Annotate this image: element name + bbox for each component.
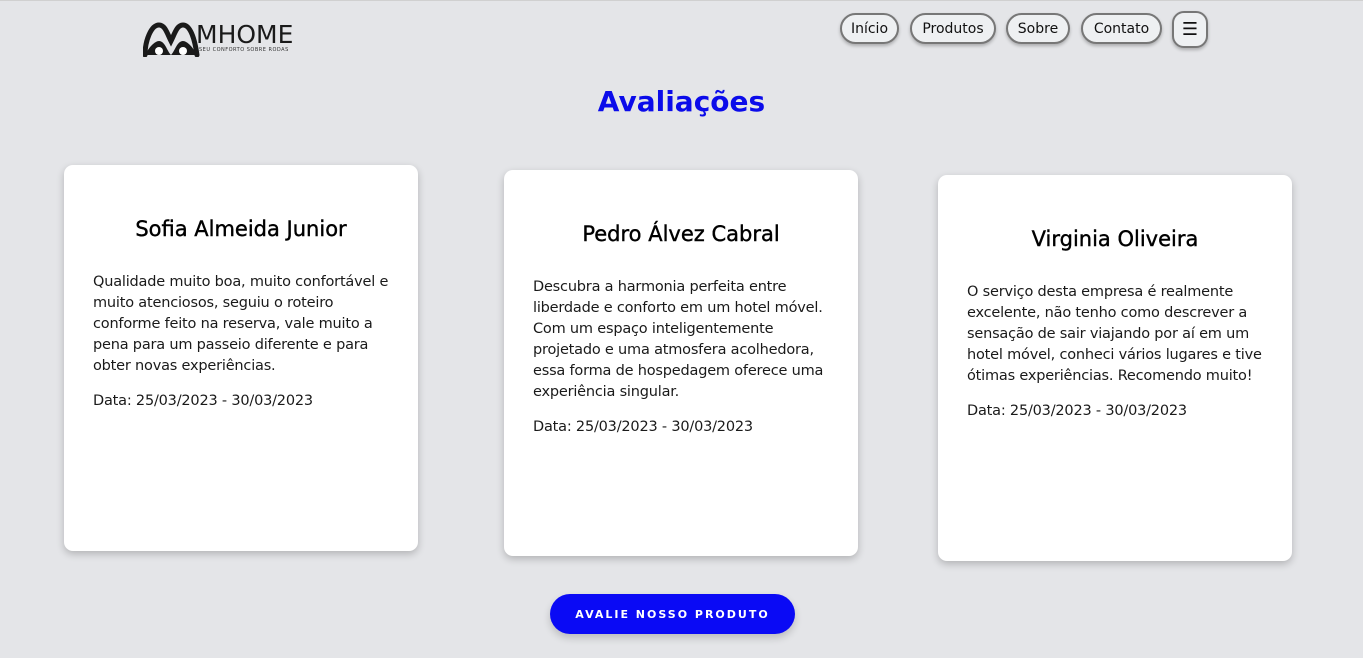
brand-logo[interactable]: MHOME SEU CONFORTO SOBRE RODAS	[143, 21, 313, 61]
review-author: Virginia Oliveira	[1031, 227, 1199, 251]
logo-wordmark: MHOME	[196, 20, 294, 49]
review-text: Descubra a harmonia perfeita entre liber…	[533, 279, 824, 400]
review-author: Sofia Almeida Junior	[135, 217, 347, 241]
review-card: Pedro Álvez Cabral Descubra a harmonia p…	[504, 170, 858, 556]
review-date: Data: 25/03/2023 - 30/03/2023	[967, 403, 1187, 419]
review-date: Data: 25/03/2023 - 30/03/2023	[93, 393, 313, 409]
review-card: Sofia Almeida Junior Qualidade muito boa…	[64, 165, 418, 551]
review-text: O serviço desta empresa é realmente exce…	[967, 284, 1262, 384]
hamburger-menu-icon[interactable]: ☰	[1172, 11, 1208, 48]
review-date: Data: 25/03/2023 - 30/03/2023	[533, 419, 753, 435]
review-text: Qualidade muito boa, muito confortável e…	[93, 274, 389, 374]
nav-produtos[interactable]: Produtos	[910, 13, 996, 44]
nav-inicio[interactable]: Início	[840, 13, 899, 44]
nav-contato[interactable]: Contato	[1081, 13, 1162, 44]
review-card: Virginia Oliveira O serviço desta empres…	[938, 175, 1292, 561]
logo-mark-icon	[143, 22, 200, 57]
rate-product-button[interactable]: AVALIE NOSSO PRODUTO	[550, 594, 795, 634]
nav-sobre[interactable]: Sobre	[1006, 13, 1070, 44]
logo-tagline: SEU CONFORTO SOBRE RODAS	[199, 47, 289, 53]
page-title: Avaliações	[597, 85, 766, 118]
review-author: Pedro Álvez Cabral	[582, 222, 780, 246]
